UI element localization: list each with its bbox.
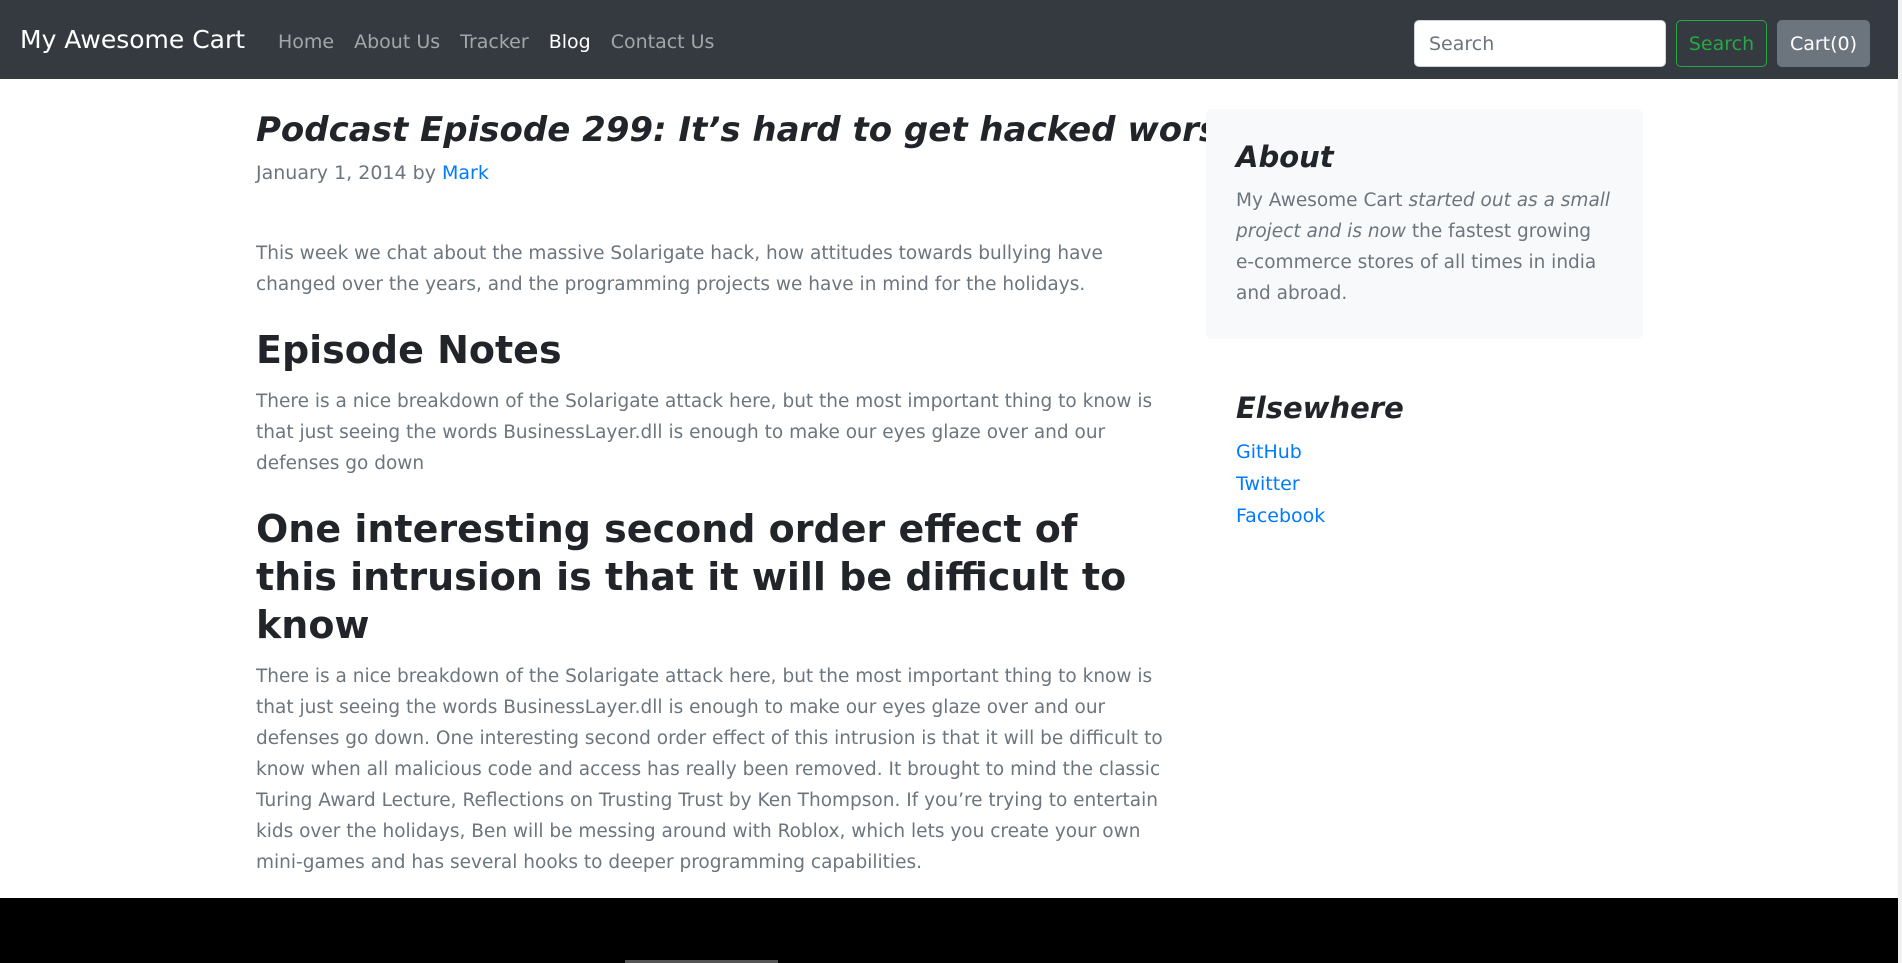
post-meta: January 1, 2014 by Mark (256, 162, 1168, 184)
nav-home[interactable]: Home (278, 31, 334, 53)
search-input[interactable] (1414, 20, 1666, 67)
nav-about-us[interactable]: About Us (354, 31, 440, 53)
scrollbar[interactable] (1898, 0, 1902, 963)
post-intro: This week we chat about the massive Sola… (256, 243, 1103, 295)
link-github[interactable]: GitHub (1236, 436, 1636, 468)
search-button[interactable]: Search (1676, 20, 1767, 67)
nav-blog[interactable]: Blog (549, 31, 591, 53)
section-text-episode-notes: There is a nice breakdown of the Solarig… (256, 391, 1153, 474)
post-title: Podcast Episode 299: It’s hard to get ha… (256, 110, 1243, 150)
about-text: My Awesome Cart started out as a small p… (1236, 185, 1613, 309)
post-author-link[interactable]: Mark (442, 162, 489, 184)
link-facebook[interactable]: Facebook (1236, 500, 1636, 532)
post-by: by (412, 162, 436, 184)
navbar: My Awesome Cart Home About Us Tracker Bl… (0, 0, 1898, 79)
sidebar-about: About My Awesome Cart started out as a s… (1206, 109, 1643, 339)
blog-post: Podcast Episode 299: It’s hard to get ha… (256, 108, 1243, 878)
elsewhere-links: GitHub Twitter Facebook (1236, 436, 1636, 532)
nav-tracker[interactable]: Tracker (460, 31, 529, 53)
about-heading: About (1236, 140, 1334, 174)
section-heading-episode-notes: Episode Notes (256, 328, 562, 372)
section-heading-second-order: One interesting second order effect of t… (256, 507, 1127, 647)
sidebar-elsewhere: Elsewhere GitHub Twitter Facebook (1236, 390, 1636, 532)
elsewhere-heading: Elsewhere (1236, 391, 1404, 425)
about-text-plain-1: My Awesome Cart (1236, 190, 1409, 211)
section-text-second-order: There is a nice breakdown of the Solarig… (256, 666, 1163, 873)
link-twitter[interactable]: Twitter (1236, 468, 1636, 500)
post-date: January 1, 2014 (256, 162, 407, 184)
nav-links: Home About Us Tracker Blog Contact Us (278, 31, 714, 53)
footer (0, 898, 1898, 963)
brand-logo[interactable]: My Awesome Cart (20, 25, 245, 54)
cart-button[interactable]: Cart(0) (1777, 20, 1870, 67)
nav-contact-us[interactable]: Contact Us (611, 31, 715, 53)
